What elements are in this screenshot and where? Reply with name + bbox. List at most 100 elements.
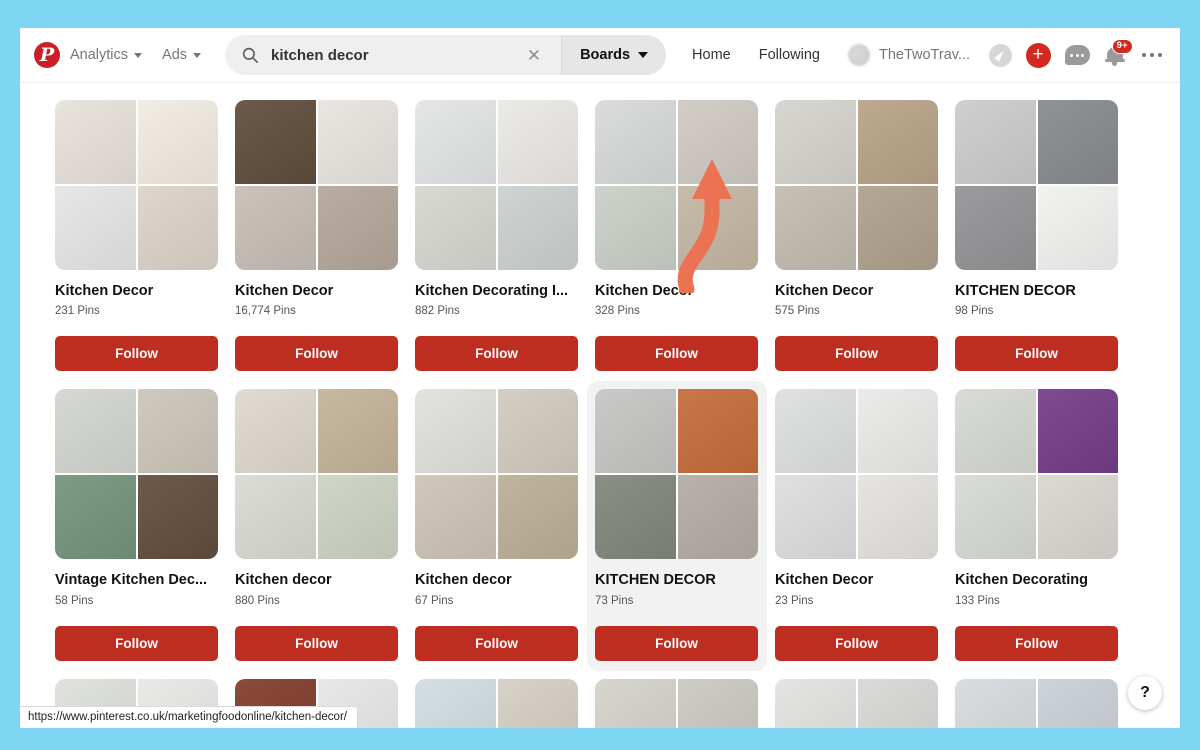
board-thumbnail [55, 475, 136, 560]
follow-button[interactable]: Follow [415, 336, 578, 372]
board-thumbnail [317, 475, 398, 560]
board-thumbnail [497, 100, 578, 184]
board-thumbnail [497, 389, 578, 474]
search-input[interactable] [271, 35, 509, 75]
follow-button[interactable]: Follow [235, 336, 398, 372]
follow-button[interactable]: Follow [595, 625, 758, 661]
board-card[interactable]: Kitchen decor 880 Pins Follow [227, 381, 407, 670]
board-thumbnail-collage [775, 678, 938, 728]
follow-button[interactable]: Follow [55, 336, 218, 372]
board-thumbnail [677, 678, 758, 728]
board-card[interactable]: Kitchen Decor 575 Pins Follow [767, 92, 947, 381]
nav-link-following[interactable]: Following [747, 39, 832, 71]
board-title: Kitchen decor [415, 572, 512, 589]
account-menu[interactable]: TheTwoTrav... [838, 38, 980, 72]
board-thumbnail [677, 475, 758, 560]
board-thumbnail-collage [415, 100, 578, 270]
board-thumbnail [955, 100, 1036, 184]
board-thumbnail [775, 389, 856, 474]
follow-button[interactable]: Follow [235, 625, 398, 661]
follow-button[interactable]: Follow [955, 625, 1118, 661]
pinterest-logo-icon[interactable]: P [34, 42, 60, 68]
boards-filter-dropdown[interactable]: Boards [561, 35, 667, 75]
board-thumbnail [137, 186, 218, 270]
board-thumbnail [955, 678, 1036, 728]
board-card[interactable] [947, 671, 1127, 728]
help-button[interactable]: ? [1128, 676, 1162, 710]
nav-menu-ads[interactable]: Ads [152, 41, 211, 69]
boards-filter-label: Boards [580, 47, 631, 63]
board-thumbnail [595, 186, 676, 270]
clear-search-icon[interactable]: ✕ [521, 47, 547, 64]
board-card[interactable]: Vintage Kitchen Dec... 58 Pins Follow [47, 381, 227, 670]
board-pin-count: 98 Pins [955, 305, 994, 318]
board-thumbnail [955, 186, 1036, 270]
search-field[interactable]: ✕ [225, 35, 561, 75]
notifications-button[interactable]: 9+ [1104, 38, 1133, 68]
board-thumbnail [857, 389, 938, 474]
messages-button[interactable] [1064, 45, 1090, 65]
nav-menu-analytics-label: Analytics [70, 47, 129, 63]
board-pin-count: 231 Pins [55, 305, 100, 318]
board-thumbnail-collage [955, 678, 1118, 728]
board-card[interactable]: Kitchen Decorating 133 Pins Follow [947, 381, 1127, 670]
follow-button[interactable]: Follow [55, 625, 218, 661]
board-title: Kitchen decor [235, 572, 332, 589]
board-card[interactable]: Kitchen Decor 231 Pins Follow [47, 92, 227, 381]
board-thumbnail-collage [955, 389, 1118, 560]
board-card[interactable]: Kitchen Decorating I... 882 Pins Follow [407, 92, 587, 381]
follow-button[interactable]: Follow [775, 336, 938, 372]
board-thumbnail [317, 186, 398, 270]
board-thumbnail-collage [415, 678, 578, 728]
board-thumbnail [775, 678, 856, 728]
board-thumbnail [235, 475, 316, 560]
board-card[interactable]: KITCHEN DECOR 98 Pins Follow [947, 92, 1127, 381]
follow-button[interactable]: Follow [955, 336, 1118, 372]
board-card[interactable]: Kitchen Decor 328 Pins Follow [587, 92, 767, 381]
board-title: Kitchen Decor [775, 283, 874, 299]
board-card[interactable]: Kitchen Decor 23 Pins Follow [767, 381, 947, 670]
board-pin-count: 328 Pins [595, 305, 640, 318]
follow-button[interactable]: Follow [595, 336, 758, 372]
chevron-down-icon [134, 52, 143, 58]
board-pin-count: 67 Pins [415, 594, 454, 607]
board-card[interactable]: KITCHEN DECOR 73 Pins Follow [587, 381, 767, 671]
board-thumbnail [955, 475, 1036, 560]
board-thumbnail [415, 678, 496, 728]
board-thumbnail-collage [235, 100, 398, 270]
compass-icon[interactable] [988, 43, 1012, 67]
board-thumbnail [677, 389, 758, 474]
board-thumbnail-collage [775, 100, 938, 270]
board-card[interactable] [767, 671, 947, 728]
board-thumbnail [955, 389, 1036, 474]
board-card[interactable] [587, 671, 767, 728]
nav-menu-analytics[interactable]: Analytics [60, 41, 152, 69]
follow-button[interactable]: Follow [775, 625, 938, 661]
board-card[interactable]: Kitchen Decor 16,774 Pins Follow [227, 92, 407, 381]
board-thumbnail [497, 475, 578, 560]
board-thumbnail [595, 678, 676, 728]
board-title: Kitchen Decorating [955, 572, 1088, 589]
status-bar-url: https://www.pinterest.co.uk/marketingfoo… [20, 706, 358, 728]
board-thumbnail [137, 100, 218, 184]
board-thumbnail [55, 389, 136, 474]
board-thumbnail [415, 100, 496, 184]
nav-link-home[interactable]: Home [680, 39, 743, 71]
board-thumbnail-collage [595, 100, 758, 270]
board-thumbnail-collage [235, 389, 398, 560]
notification-badge: 9+ [1111, 38, 1133, 55]
more-options-icon[interactable] [1140, 49, 1165, 62]
board-pin-count: 23 Pins [775, 594, 814, 607]
board-thumbnail [595, 475, 676, 560]
board-card[interactable] [407, 671, 587, 728]
board-pin-count: 882 Pins [415, 305, 460, 318]
boards-grid: Kitchen Decor 231 Pins Follow Kitchen Decor… [47, 92, 1167, 728]
board-thumbnail [595, 389, 676, 474]
board-card[interactable]: Kitchen decor 67 Pins Follow [407, 381, 587, 670]
create-pin-button[interactable]: + [1025, 42, 1051, 68]
board-title: Kitchen Decor [55, 283, 154, 299]
board-thumbnail [595, 100, 676, 184]
plus-icon: + [1025, 42, 1051, 68]
board-thumbnail [857, 678, 938, 728]
follow-button[interactable]: Follow [415, 625, 578, 661]
